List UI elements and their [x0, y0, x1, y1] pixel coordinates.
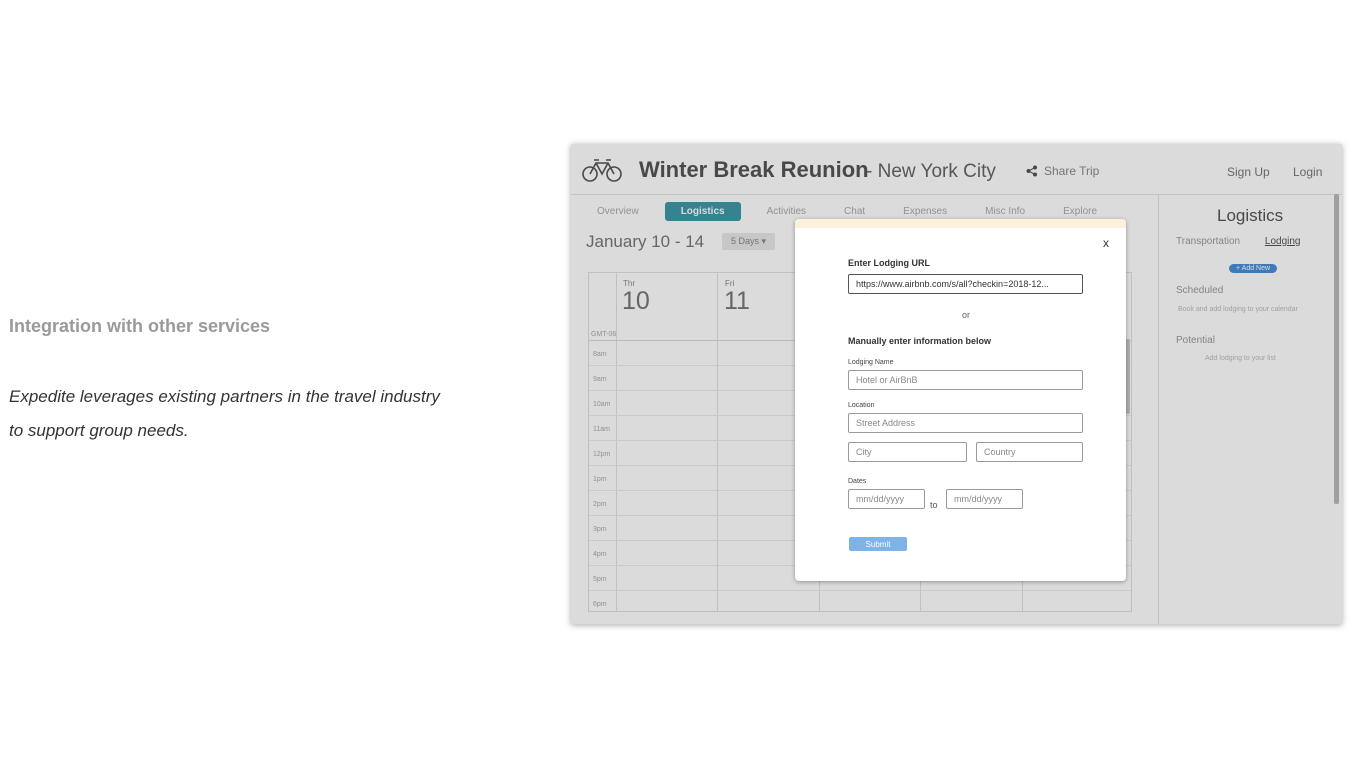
street-address-input[interactable]: Street Address: [848, 413, 1083, 433]
lodging-modal: x Enter Lodging URL https://www.airbnb.c…: [795, 219, 1126, 581]
lodging-url-input[interactable]: https://www.airbnb.com/s/all?checkin=201…: [848, 274, 1083, 294]
date-to-label: to: [930, 500, 938, 510]
app-screenshot: Winter Break Reunion - New York City Sha…: [571, 144, 1342, 624]
dates-label: Dates: [848, 478, 867, 485]
close-icon[interactable]: x: [1103, 236, 1109, 250]
submit-button[interactable]: Submit: [849, 537, 907, 551]
lodging-name-label: Lodging Name: [848, 359, 894, 366]
lodging-name-input[interactable]: Hotel or AirBnB: [848, 370, 1083, 390]
caption-line-2: to support group needs.: [9, 421, 189, 440]
location-label: Location: [848, 402, 875, 409]
end-date-input[interactable]: mm/dd/yyyy: [946, 489, 1023, 509]
city-input[interactable]: City: [848, 442, 967, 462]
country-input[interactable]: Country: [976, 442, 1083, 462]
caption-line-1: Expedite leverages existing partners in …: [9, 387, 440, 406]
modal-header-band: [795, 219, 1126, 228]
start-date-input[interactable]: mm/dd/yyyy: [848, 489, 925, 509]
caption-heading: Integration with other services: [9, 316, 271, 336]
caption-body: Expedite leverages existing partners in …: [9, 380, 469, 448]
or-divider: or: [962, 310, 971, 320]
lodging-url-label: Enter Lodging URL: [848, 258, 930, 268]
manual-entry-label: Manually enter information below: [848, 336, 992, 346]
